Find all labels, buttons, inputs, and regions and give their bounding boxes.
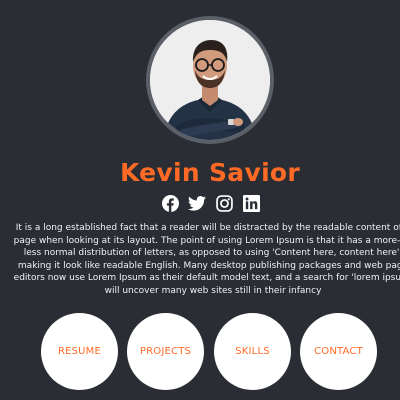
avatar — [150, 20, 270, 140]
instagram-link[interactable] — [216, 194, 234, 212]
twitter-link[interactable] — [188, 194, 207, 212]
person-photo — [150, 20, 270, 140]
social-links — [161, 193, 261, 213]
projects-button[interactable]: PROJECTS — [127, 313, 204, 390]
linkedin-link[interactable] — [243, 194, 261, 212]
profile-name: Kevin Savior — [119, 158, 301, 187]
resume-label: RESUME — [57, 346, 102, 357]
linkedin-icon — [243, 194, 261, 212]
contact-label: CONTACT — [314, 346, 363, 357]
twitter-icon — [188, 195, 207, 211]
projects-label: PROJECTS — [139, 346, 192, 357]
bio-text: It is a long established fact that a rea… — [13, 223, 400, 296]
facebook-icon — [161, 194, 179, 212]
instagram-icon — [216, 194, 233, 212]
avatar-ring — [146, 16, 274, 144]
skills-label: SKILLS — [235, 346, 270, 357]
facebook-link[interactable] — [161, 194, 179, 212]
skills-button[interactable]: SKILLS — [214, 313, 291, 390]
resume-button[interactable]: RESUME — [41, 313, 118, 390]
contact-button[interactable]: CONTACT — [300, 313, 377, 390]
main-nav: RESUME PROJECTS SKILLS CONTACT — [0, 313, 400, 391]
